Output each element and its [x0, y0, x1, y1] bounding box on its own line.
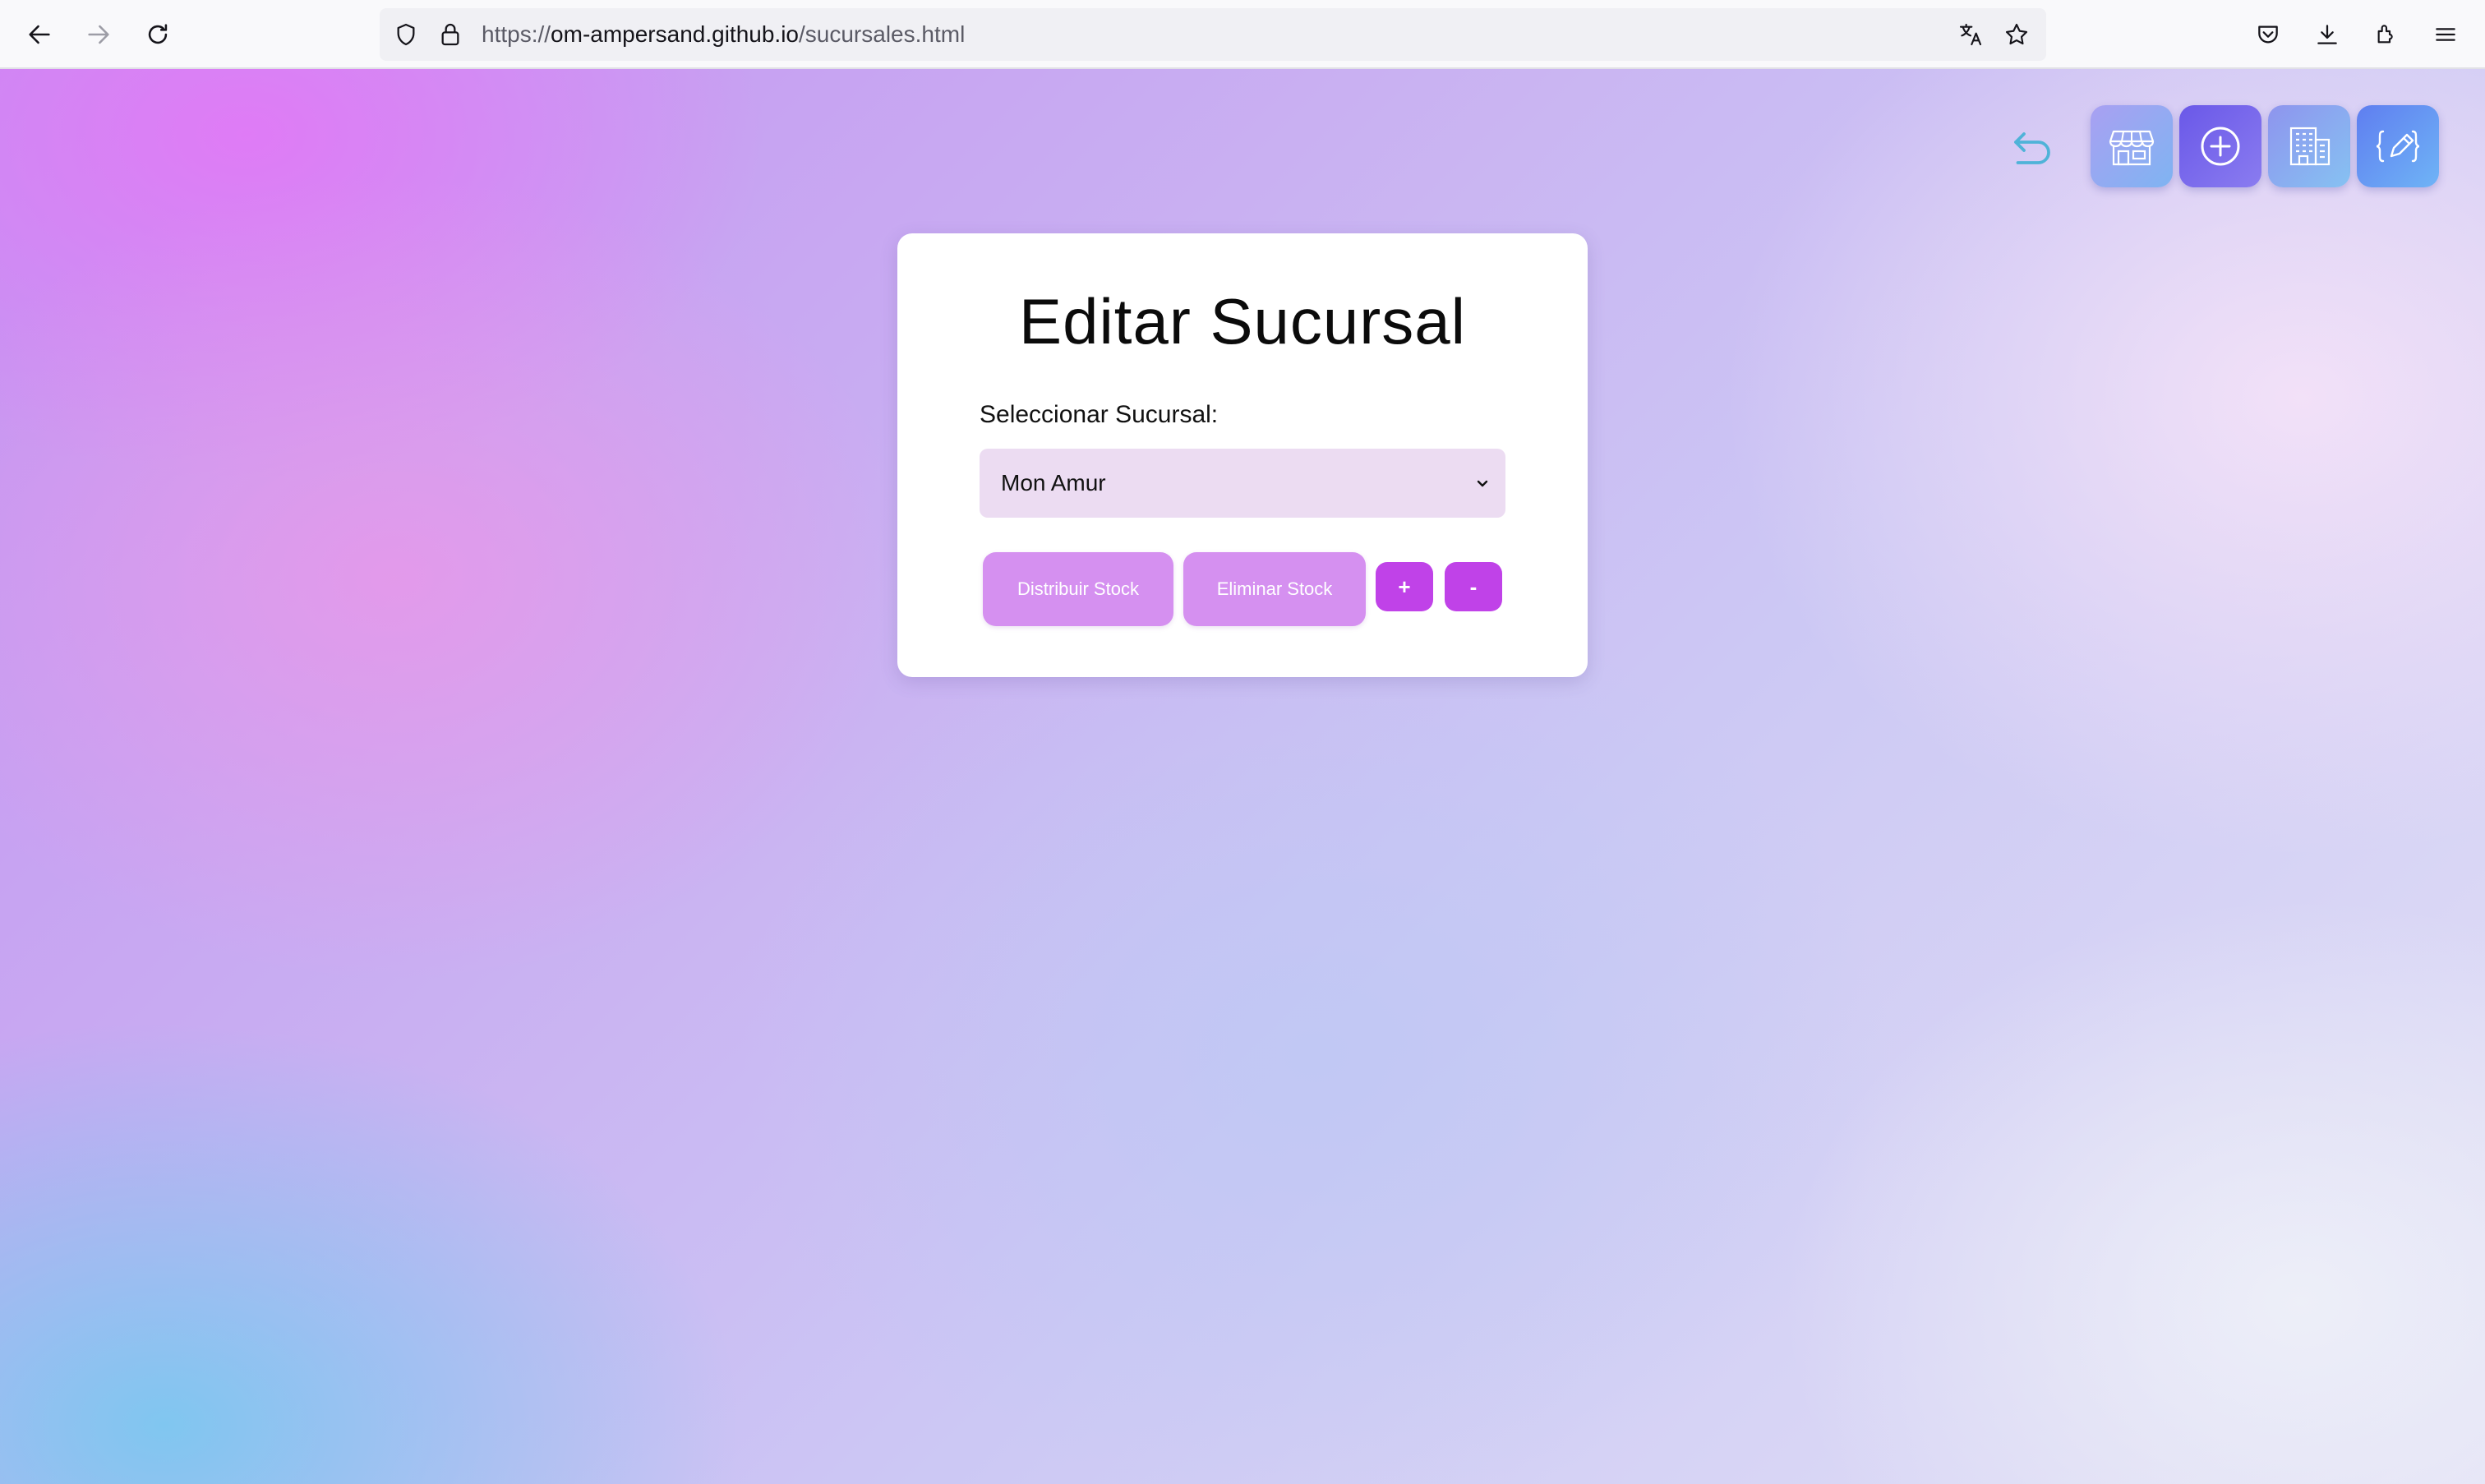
puzzle-icon — [2377, 25, 2393, 44]
page-background: Editar Sucursal Seleccionar Sucursal: Mo… — [0, 69, 2485, 1484]
bookmark-star-icon[interactable] — [2002, 20, 2031, 49]
building-icon — [2289, 127, 2331, 166]
shield-icon[interactable] — [391, 20, 421, 49]
store-button[interactable] — [2091, 105, 2173, 187]
download-icon — [2317, 25, 2337, 44]
plus-button[interactable]: + — [1376, 562, 1433, 611]
distribute-stock-button[interactable]: Distribuir Stock — [983, 552, 1173, 626]
minus-button[interactable]: - — [1445, 562, 1502, 611]
store-icon — [2109, 130, 2155, 166]
reload-button[interactable] — [138, 15, 178, 54]
url-text[interactable]: https://om-ampersand.github.io/sucursale… — [482, 20, 965, 49]
arrow-left-icon — [29, 25, 50, 44]
menu-button[interactable] — [2426, 15, 2465, 54]
edit-code-icon — [2376, 130, 2420, 163]
add-button[interactable] — [2179, 105, 2261, 187]
extensions-button[interactable] — [2367, 15, 2406, 54]
top-nav-icons — [2003, 105, 2439, 187]
url-path: /sucursales.html — [799, 21, 966, 47]
branch-select-value: Mon Amur — [1001, 470, 1106, 495]
hamburger-menu-icon — [2436, 28, 2455, 41]
page-title: Editar Sucursal — [1019, 285, 1466, 357]
edit-button[interactable] — [2357, 105, 2439, 187]
chevron-down-icon — [1477, 480, 1488, 487]
pocket-button[interactable] — [2248, 15, 2288, 54]
undo-icon[interactable] — [2003, 118, 2061, 175]
reload-icon — [148, 24, 168, 44]
delete-stock-button[interactable]: Eliminar Stock — [1183, 552, 1366, 626]
lock-icon[interactable] — [436, 20, 465, 49]
pocket-icon — [2258, 25, 2278, 44]
arrow-right-icon — [88, 25, 109, 44]
branch-select[interactable]: Mon Amur — [980, 449, 1505, 518]
downloads-button[interactable] — [2308, 15, 2347, 54]
add-circle-icon — [2201, 127, 2240, 166]
select-branch-label: Seleccionar Sucursal: — [980, 401, 1219, 428]
edit-branch-card: Editar Sucursal Seleccionar Sucursal: Mo… — [897, 233, 1588, 677]
forward-button[interactable] — [79, 15, 118, 54]
browser-toolbar: https://om-ampersand.github.io/sucursale… — [0, 0, 2485, 69]
back-button[interactable] — [20, 15, 59, 54]
address-bar[interactable]: https://om-ampersand.github.io/sucursale… — [380, 8, 2046, 61]
url-prefix: https:// — [482, 21, 551, 47]
translate-icon[interactable] — [1956, 20, 1985, 49]
building-button[interactable] — [2268, 105, 2350, 187]
url-host: om-ampersand.github.io — [551, 21, 799, 47]
